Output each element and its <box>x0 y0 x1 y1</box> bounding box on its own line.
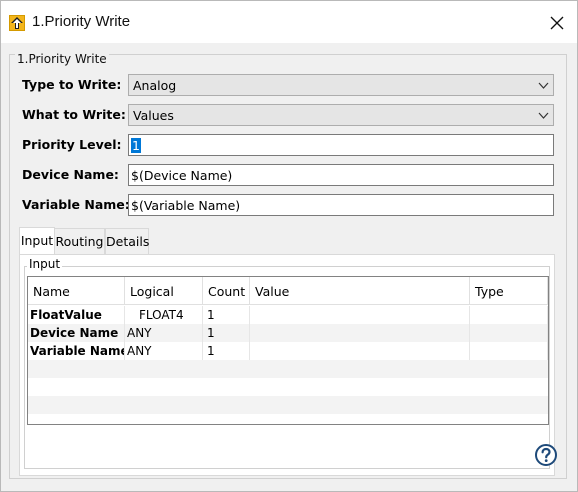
row-count: 1 <box>203 324 250 342</box>
close-button[interactable] <box>542 10 572 36</box>
device-name-field[interactable]: $(Device Name) <box>128 164 554 186</box>
what-to-write-select[interactable]: Values <box>128 104 554 126</box>
what-to-write-label: What to Write: <box>22 107 126 122</box>
input-tab-panel: Input Name Logical Count Value Type Floa… <box>19 254 555 476</box>
row-logical: ANY <box>125 342 203 360</box>
table-row[interactable]: FloatValue FLOAT4 1 <box>28 306 548 324</box>
type-to-write-label: Type to Write: <box>22 77 122 92</box>
table-row[interactable]: Variable Name ANY 1 <box>28 342 548 360</box>
row-logical: FLOAT4 <box>125 306 203 324</box>
window-title: 1.Priority Write <box>32 13 131 30</box>
table-row[interactable]: Device Name ANY 1 <box>28 324 548 342</box>
empty-row <box>28 360 548 378</box>
close-icon <box>550 16 564 30</box>
tab-input[interactable]: Input <box>19 227 55 255</box>
dialog-body: 1.Priority Write Type to Write: Analog W… <box>1 43 577 491</box>
empty-row <box>28 396 548 414</box>
column-header-logical[interactable]: Logical <box>125 277 203 305</box>
tab-routing[interactable]: Routing <box>54 228 105 254</box>
chevron-down-icon <box>538 82 549 89</box>
row-value[interactable] <box>250 306 470 324</box>
row-name: Device Name <box>28 324 125 342</box>
row-type <box>470 306 548 324</box>
row-type <box>470 342 548 360</box>
dialog-window: 1.Priority Write 1.Priority Write Type t… <box>0 0 578 492</box>
row-name: FloatValue <box>28 306 125 324</box>
column-header-name[interactable]: Name <box>28 277 125 305</box>
row-value[interactable] <box>250 324 470 342</box>
priority-level-value: 1 <box>131 138 141 153</box>
variable-name-value: $(Variable Name) <box>131 198 241 213</box>
group-legend: 1.Priority Write <box>15 52 109 66</box>
device-name-value: $(Device Name) <box>131 168 233 183</box>
device-name-label: Device Name: <box>22 167 119 182</box>
type-to-write-select[interactable]: Analog <box>128 74 554 96</box>
help-icon <box>535 444 557 466</box>
help-button[interactable] <box>534 443 558 467</box>
tab-details[interactable]: Details <box>105 228 149 254</box>
row-value[interactable] <box>250 342 470 360</box>
empty-row <box>28 378 548 396</box>
row-count: 1 <box>203 306 250 324</box>
input-grid[interactable]: Name Logical Count Value Type FloatValue… <box>27 276 549 425</box>
column-header-count[interactable]: Count <box>203 277 250 305</box>
variable-name-field[interactable]: $(Variable Name) <box>128 194 554 216</box>
priority-write-icon <box>9 15 25 31</box>
title-bar[interactable]: 1.Priority Write <box>1 1 577 43</box>
type-to-write-value: Analog <box>133 78 177 93</box>
chevron-down-icon <box>538 112 549 119</box>
grid-header: Name Logical Count Value Type <box>28 277 548 305</box>
row-name: Variable Name <box>30 342 125 360</box>
column-header-value[interactable]: Value <box>250 277 470 305</box>
what-to-write-value: Values <box>133 108 174 123</box>
row-logical: ANY <box>125 324 203 342</box>
priority-level-label: Priority Level: <box>22 137 122 152</box>
row-type <box>470 324 548 342</box>
variable-name-label: Variable Name: <box>22 197 130 212</box>
row-count: 1 <box>203 342 250 360</box>
column-header-type[interactable]: Type <box>470 277 548 305</box>
input-group-legend: Input <box>27 257 63 271</box>
priority-level-field[interactable]: 1 <box>128 134 554 156</box>
